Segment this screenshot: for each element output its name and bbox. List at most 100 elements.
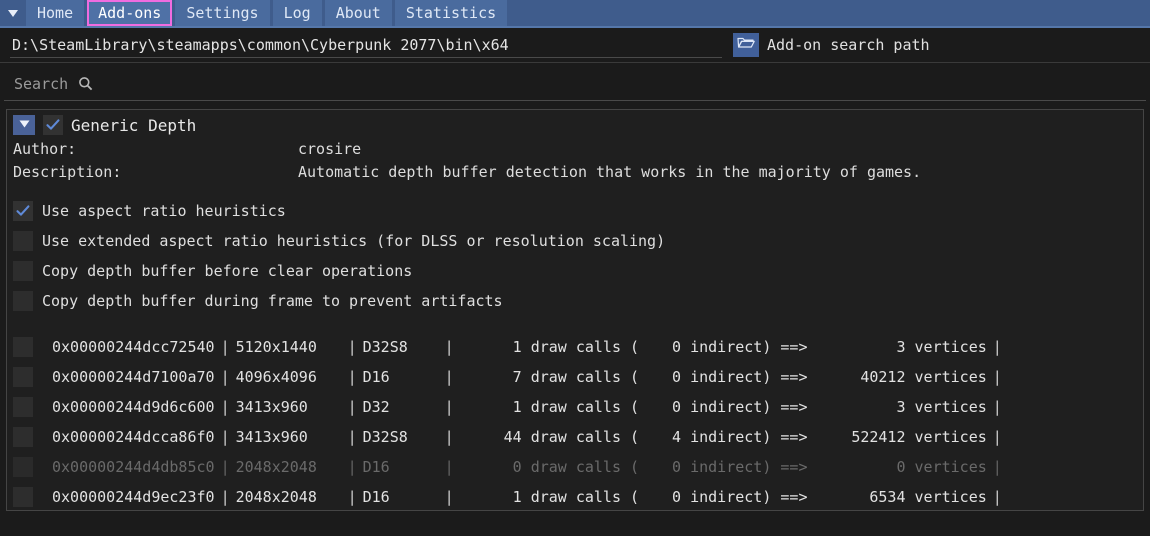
buffer-info: 0x00000244dcca86f0 | 3413x960 | D32S8 | 44 dra… [52,428,1008,446]
option-copy-depth-buffer-before-clear[interactable]: Copy depth buffer before clear operation… [13,256,1137,286]
addon-search-row[interactable]: Search [4,67,1146,101]
buffer-draw-calls: 1 [512,488,522,506]
browse-folder-button[interactable] [733,33,759,57]
divider: | [992,458,1002,476]
buffer-resolution: 3413x960 [235,428,308,446]
buffer-arrow: ==> [780,428,808,446]
buffer-format: D16 [362,488,390,506]
buffer-indirect-label: indirect) [690,398,772,416]
tab-statistics[interactable]: Statistics [394,0,508,26]
buffer-arrow: ==> [780,458,808,476]
option-use-extended-aspect-ratio-heuristics[interactable]: Use extended aspect ratio heuristics (fo… [13,226,1137,256]
divider: | [992,398,1002,416]
buffer-select-checkbox[interactable] [13,337,33,357]
divider: | [992,338,1002,356]
tab-log[interactable]: Log [272,0,322,26]
addon-search-path-label: Add-on search path [767,36,930,54]
buffer-vertices: 3 [896,398,906,416]
buffer-arrow: ==> [780,398,808,416]
buffer-info: 0x00000244d7100a70 | 4096x4096 | D16 | 7 draw … [52,368,1008,386]
option-checkbox[interactable] [13,201,33,221]
buffer-format: D32S8 [362,338,408,356]
divider: | [444,338,454,356]
buffer-vertices-label: vertices [914,338,987,356]
addon-expand-toggle[interactable] [13,115,35,135]
tab-settings[interactable]: Settings [175,0,270,26]
buffer-indirect: 0 [672,398,682,416]
buffer-indirect-label: indirect) [690,488,772,506]
buffer-arrow: ==> [780,488,808,506]
buffer-resolution: 5120x1440 [235,338,317,356]
buffer-indirect-label: indirect) [690,368,772,386]
search-input[interactable]: Search [14,75,68,93]
buffer-resolution: 2048x2048 [235,488,317,506]
addon-enabled-checkbox[interactable] [43,115,63,135]
table-row[interactable]: 0x00000244d4db85c0 | 2048x2048 | D16 | 0 draw … [13,452,1137,482]
buffer-info: 0x00000244d9ec23f0 | 2048x2048 | D16 | 1 draw … [52,488,1008,506]
divider: | [992,428,1002,446]
buffer-select-checkbox[interactable] [13,427,33,447]
buffer-draw-calls-label: draw calls ( [530,458,640,476]
buffer-address: 0x00000244d9d6c600 [52,398,215,416]
option-use-aspect-ratio-heuristics[interactable]: Use aspect ratio heuristics [13,196,1137,226]
buffer-address: 0x00000244dcca86f0 [52,428,215,446]
table-row[interactable]: 0x00000244d9ec23f0 | 2048x2048 | D16 | 1 draw … [13,482,1137,512]
option-copy-depth-buffer-during-frame[interactable]: Copy depth buffer during frame to preven… [13,286,1137,316]
tab-home[interactable]: Home [26,0,85,26]
buffer-draw-calls-label: draw calls ( [530,488,640,506]
buffer-address: 0x00000244d4db85c0 [52,458,215,476]
table-row[interactable]: 0x00000244dcca86f0 | 3413x960 | D32S8 | 44 dra… [13,422,1137,452]
divider: | [347,488,357,506]
buffer-select-checkbox[interactable] [13,457,33,477]
buffer-vertices-label: vertices [914,368,987,386]
addon-search-path-input[interactable]: D:\SteamLibrary\steamapps\common\Cyberpu… [10,32,722,58]
option-label: Copy depth buffer before clear operation… [42,262,413,280]
table-row[interactable]: 0x00000244d9d6c600 | 3413x960 | D32 | 1 draw c… [13,392,1137,422]
option-label: Copy depth buffer during frame to preven… [42,292,503,310]
buffer-arrow: ==> [780,368,808,386]
option-checkbox[interactable] [13,291,33,311]
divider: | [220,458,230,476]
tab-label: Home [37,3,74,22]
buffer-resolution: 2048x2048 [235,458,317,476]
table-row[interactable]: 0x00000244d7100a70 | 4096x4096 | D16 | 7 draw … [13,362,1137,392]
buffer-select-checkbox[interactable] [13,487,33,507]
buffer-indirect: 4 [672,428,682,446]
buffer-resolution: 3413x960 [235,398,308,416]
addon-search-path-row: D:\SteamLibrary\steamapps\common\Cyberpu… [0,28,1150,62]
divider: | [347,428,357,446]
buffer-format: D16 [362,458,390,476]
buffer-address: 0x00000244d9ec23f0 [52,488,215,506]
divider: | [992,368,1002,386]
addon-header-generic-depth[interactable]: Generic Depth [7,110,1143,138]
buffer-indirect: 0 [672,338,682,356]
buffer-vertices-label: vertices [914,488,987,506]
buffer-address: 0x00000244d7100a70 [52,368,215,386]
divider: | [220,338,230,356]
divider: | [444,368,454,386]
collapse-window-button[interactable] [0,0,26,26]
table-row[interactable]: 0x00000244dcc72540 | 5120x1440 | D32S8 | 1 dra… [13,332,1137,362]
tab-bar-filler [510,0,1150,26]
option-checkbox[interactable] [13,231,33,251]
buffer-draw-calls: 44 [503,428,522,446]
tab-about[interactable]: About [324,0,392,26]
addon-options: Use aspect ratio heuristics Use extended… [7,190,1143,320]
addon-title: Generic Depth [71,115,197,135]
addon-description-row: Description: Automatic depth buffer dete… [13,161,1137,184]
buffer-select-checkbox[interactable] [13,367,33,387]
buffer-vertices: 40212 [860,368,906,386]
buffer-select-checkbox[interactable] [13,397,33,417]
option-label: Use extended aspect ratio heuristics (fo… [42,232,666,250]
buffer-format: D32S8 [362,428,408,446]
magnifier-icon [78,76,93,91]
buffer-draw-calls: 0 [512,458,522,476]
folder-open-icon [737,35,755,55]
option-checkbox[interactable] [13,261,33,281]
divider: | [992,488,1002,506]
buffer-vertices: 0 [896,458,906,476]
tab-label: Add-ons [98,3,162,22]
buffer-address: 0x00000244dcc72540 [52,338,215,356]
tab-add-ons[interactable]: Add-ons [87,0,173,26]
depth-buffer-list: 0x00000244dcc72540 | 5120x1440 | D32S8 | 1 dra… [7,326,1143,512]
